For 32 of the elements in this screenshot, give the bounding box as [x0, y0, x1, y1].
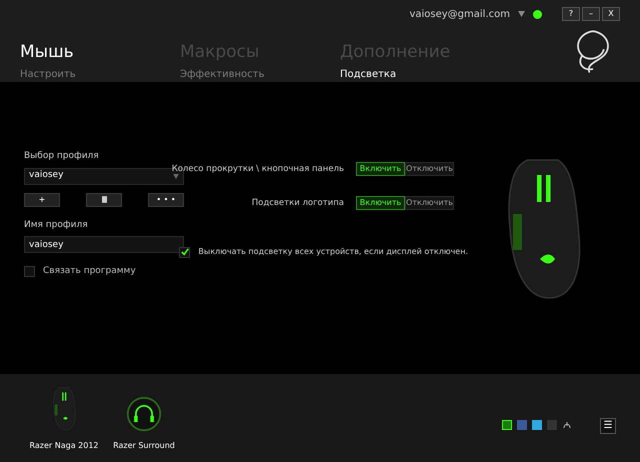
toggle-option[interactable]: Включить — [356, 196, 405, 210]
device-item[interactable]: Razer Naga 2012 — [24, 386, 104, 452]
window-button[interactable]: ? — [562, 7, 580, 21]
sub-tab[interactable]: Подсветка — [340, 66, 460, 82]
mouse-drawing — [50, 386, 78, 432]
dropdown-caret-icon — [173, 174, 179, 178]
more-button[interactable]: • • • — [148, 192, 184, 206]
link-program-label: Связать программу — [43, 265, 136, 278]
toggle-option[interactable]: Включить — [356, 162, 405, 176]
toggle-option[interactable]: Отключить — [405, 162, 454, 176]
lighting-label: Подсветки логотипа — [252, 196, 344, 210]
sub-tab[interactable]: Настроить — [20, 66, 140, 82]
sub-tab[interactable]: Эффективность — [180, 66, 300, 82]
checkbox[interactable] — [24, 266, 35, 278]
trash-icon — [102, 196, 106, 203]
window-button[interactable]: X — [602, 7, 620, 21]
account-email[interactable]: vaiosey@gmail.com — [409, 6, 510, 22]
menu-button[interactable]: ☰ — [600, 418, 616, 434]
main-tab[interactable]: Мышь — [20, 44, 140, 61]
profile-name-label: Имя профиля — [24, 218, 89, 232]
device-item[interactable]: Razer Surround — [104, 396, 184, 452]
delete-button[interactable] — [86, 192, 122, 206]
dropdown-caret-icon[interactable] — [518, 11, 525, 17]
app-icon[interactable] — [502, 420, 512, 430]
headset-icon — [126, 396, 162, 432]
profile-name-field[interactable]: vaiosey — [24, 236, 184, 253]
add-button[interactable]: + — [24, 192, 60, 206]
toggle-option[interactable]: Отключить — [405, 196, 454, 210]
check-icon — [180, 248, 189, 256]
display-off-label: Выключать подсветку всех устройств, если дисплей отключен. — [198, 246, 468, 258]
window-button[interactable]: – — [582, 7, 600, 21]
profile-label: Выбор профиля — [24, 150, 100, 163]
